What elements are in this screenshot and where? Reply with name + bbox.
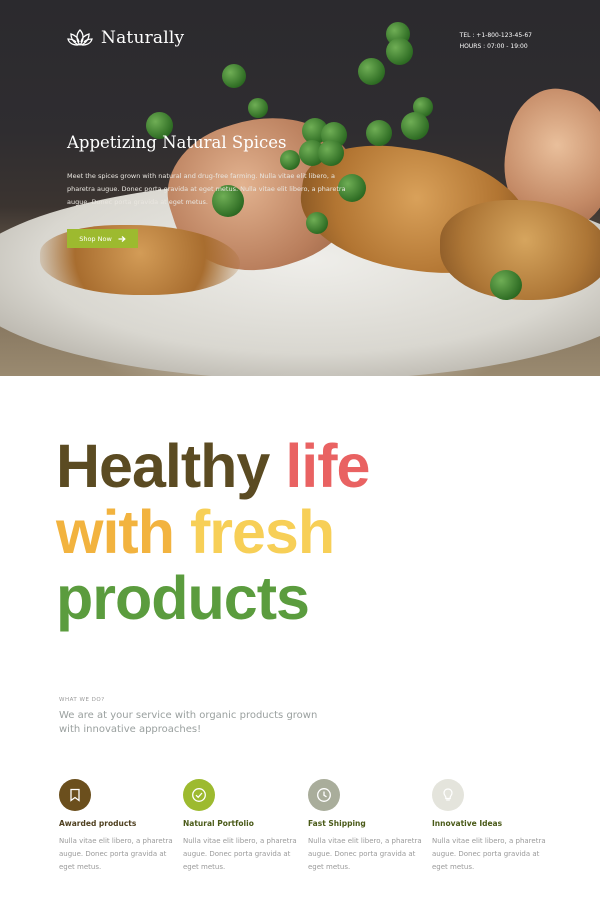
feature-fast-shipping: Fast Shipping Nulla vitae elit libero, a… [308,779,428,874]
contact-tel: TEL : +1-800-123-45-67 [459,32,532,39]
shop-now-label: Shop Now [79,234,112,243]
pea [248,98,268,118]
section-eyebrow: WHAT WE DO? [59,697,105,703]
pea [386,38,413,65]
lotus-icon [67,29,93,47]
pea [366,120,392,146]
feature-text: Nulla vitae elit libero, a pharetra augu… [59,837,173,871]
feature-title: Natural Portfolio [183,819,254,828]
feature-title: Innovative Ideas [432,819,503,828]
check-circle-icon [192,788,206,802]
pea [358,58,385,85]
headline-word-fresh: fresh [189,498,335,566]
feature-title: Awarded products [59,819,137,828]
pea [222,64,246,88]
feature-icon-circle [183,779,215,811]
pea [280,150,300,170]
headline-word-healthy: Healthy [56,432,270,500]
contact-info: TEL : +1-800-123-45-67 HOURS : 07:00 - 1… [460,30,532,52]
pea [318,140,344,166]
feature-awarded-products: Awarded products Nulla vitae elit libero… [59,779,179,874]
feature-icon-circle [59,779,91,811]
feature-text: Nulla vitae elit libero, a pharetra augu… [183,837,297,871]
feature-icon-circle [308,779,340,811]
clock-icon [317,788,331,802]
bookmark-icon [70,788,80,802]
headline-line-1: Healthy life [56,436,370,497]
lightbulb-icon [443,788,453,801]
feature-text: Nulla vitae elit libero, a pharetra augu… [432,837,546,871]
arrow-right-icon [118,235,126,242]
headline-line-3: products [56,564,310,632]
brand-logo[interactable]: Naturally [67,27,184,49]
headline-line-2: with fresh [56,502,335,563]
headline-word-with: with [56,498,175,566]
hero-section: Naturally TEL : +1-800-123-45-67 HOURS :… [0,0,600,376]
pea [401,112,429,140]
brand-name: Naturally [101,28,185,48]
feature-innovative-ideas: Innovative Ideas Nulla vitae elit libero… [432,779,552,874]
pea [306,212,328,234]
hero-title: Appetizing Natural Spices [67,133,287,152]
contact-hours: HOURS : 07:00 - 19:00 [459,43,528,50]
pea [490,270,522,300]
feature-icon-circle [432,779,464,811]
section-intro: We are at your service with organic prod… [59,710,318,735]
headline-word-life: life [285,432,370,500]
shop-now-button[interactable]: Shop Now [67,229,138,248]
feature-title: Fast Shipping [308,819,366,828]
feature-natural-portfolio: Natural Portfolio Nulla vitae elit liber… [183,779,303,874]
hero-text: Meet the spices grown with natural and d… [67,172,346,206]
feature-text: Nulla vitae elit libero, a pharetra augu… [308,837,422,871]
